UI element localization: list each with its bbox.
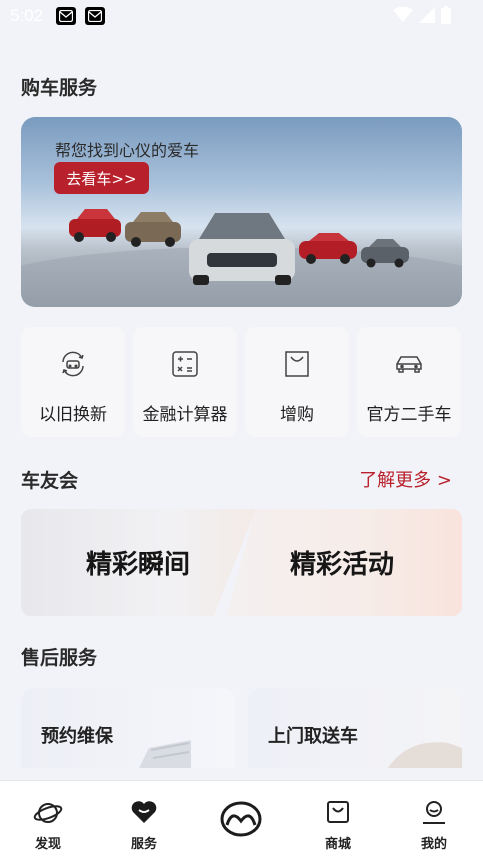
after-sales-section-title: 售后服务 [21, 647, 98, 669]
maintenance-booking-card[interactable]: 预约维保 [21, 688, 235, 768]
tile-used-car[interactable]: 官方二手车 [357, 327, 461, 437]
calculator-icon [170, 349, 200, 383]
tile-label: 增购 [280, 405, 314, 425]
battery-icon [441, 6, 451, 28]
trade-in-icon [58, 349, 88, 383]
nav-discover[interactable]: 发现 [8, 781, 88, 859]
tile-label: 金融计算器 [142, 405, 228, 425]
club-section-title: 车友会 [21, 470, 79, 492]
tile-label: 以旧换新 [39, 405, 107, 425]
shop-bag-icon [325, 799, 351, 829]
tile-finance-calculator[interactable]: 金融计算器 [133, 327, 237, 437]
as-card-label: 上门取送车 [268, 726, 358, 747]
mazda-logo-icon [220, 801, 262, 841]
profile-icon [421, 799, 447, 829]
nav-mall[interactable]: 商城 [298, 781, 378, 859]
tile-label: 官方二手车 [366, 405, 452, 425]
nav-label: 服务 [130, 837, 157, 852]
as-card-label: 预约维保 [41, 726, 113, 747]
car-banner[interactable]: 帮您找到心仪的爱车 去看车>> [21, 117, 462, 307]
mail-notification-icon [56, 7, 76, 25]
status-bar: 5:02 [0, 0, 483, 32]
nav-label: 商城 [324, 837, 351, 852]
heart-icon [130, 799, 158, 829]
signal-icon [419, 7, 435, 27]
club-card-label: 精彩活动 [290, 550, 395, 580]
mail-notification-icon [85, 7, 105, 25]
nav-label: 我的 [420, 837, 447, 852]
planet-icon [33, 799, 63, 831]
pickup-delivery-card[interactable]: 上门取送车 [248, 688, 462, 768]
tile-trade-in[interactable]: 以旧换新 [21, 327, 125, 437]
nav-home-logo[interactable] [201, 781, 281, 859]
nav-profile[interactable]: 我的 [394, 781, 474, 859]
nav-label: 发现 [34, 837, 61, 852]
browse-cars-button[interactable]: 去看车>> [54, 162, 149, 194]
nav-services[interactable]: 服务 [104, 781, 184, 859]
wifi-icon [393, 6, 413, 27]
car-icon [394, 349, 424, 383]
club-card-label: 精彩瞬间 [86, 550, 191, 580]
bottom-navigation: 发现 服务 商城 我的 [0, 780, 483, 859]
learn-more-link[interactable]: 了解更多 > [359, 466, 452, 492]
shopping-bag-icon [282, 349, 312, 383]
purchase-section-title: 购车服务 [21, 77, 98, 99]
banner-text: 帮您找到心仪的爱车 [55, 141, 200, 160]
status-time: 5:02 [10, 6, 44, 25]
tile-add-purchase[interactable]: 增购 [245, 327, 349, 437]
